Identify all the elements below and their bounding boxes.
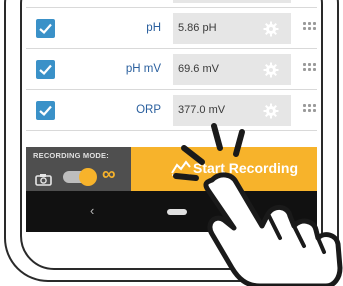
- sensor-row-partial: [26, 0, 317, 8]
- camera-icon[interactable]: [35, 173, 52, 186]
- row-checkbox[interactable]: [36, 60, 55, 79]
- gear-icon[interactable]: [263, 103, 279, 119]
- toggle-knob: [79, 168, 97, 186]
- sensor-row-ph: pH 5.86 pH: [26, 8, 317, 49]
- row-checkbox[interactable]: [36, 19, 55, 38]
- sensor-row-ph-mv: pH mV 69.6 mV: [26, 49, 317, 90]
- recording-mode-label: RECORDING MODE:: [33, 151, 109, 160]
- recording-mode-toggle[interactable]: [63, 168, 97, 186]
- gear-icon[interactable]: [263, 62, 279, 78]
- infinity-icon[interactable]: ∞: [102, 164, 116, 186]
- drag-handle-icon[interactable]: [303, 22, 317, 34]
- row-value: 377.0 mV: [178, 104, 226, 116]
- value-box: 69.6 mV: [173, 54, 291, 85]
- value-box: [173, 0, 291, 3]
- check-icon: [39, 23, 52, 35]
- tapping-hand-icon: [173, 123, 343, 286]
- row-label: ORP: [136, 104, 161, 116]
- row-value: 69.6 mV: [178, 63, 219, 75]
- check-icon: [39, 105, 52, 117]
- gear-icon[interactable]: [263, 21, 279, 37]
- drag-handle-icon[interactable]: [303, 63, 317, 75]
- value-box: 5.86 pH: [173, 13, 291, 44]
- row-label: pH mV: [125, 63, 161, 75]
- row-label: pH: [146, 22, 161, 34]
- row-checkbox[interactable]: [36, 101, 55, 120]
- check-icon: [39, 64, 52, 76]
- drag-handle-icon[interactable]: [303, 104, 317, 116]
- recording-mode-panel: RECORDING MODE: ∞: [26, 147, 131, 191]
- back-icon[interactable]: ‹: [90, 203, 94, 218]
- row-value: 5.86 pH: [178, 22, 217, 34]
